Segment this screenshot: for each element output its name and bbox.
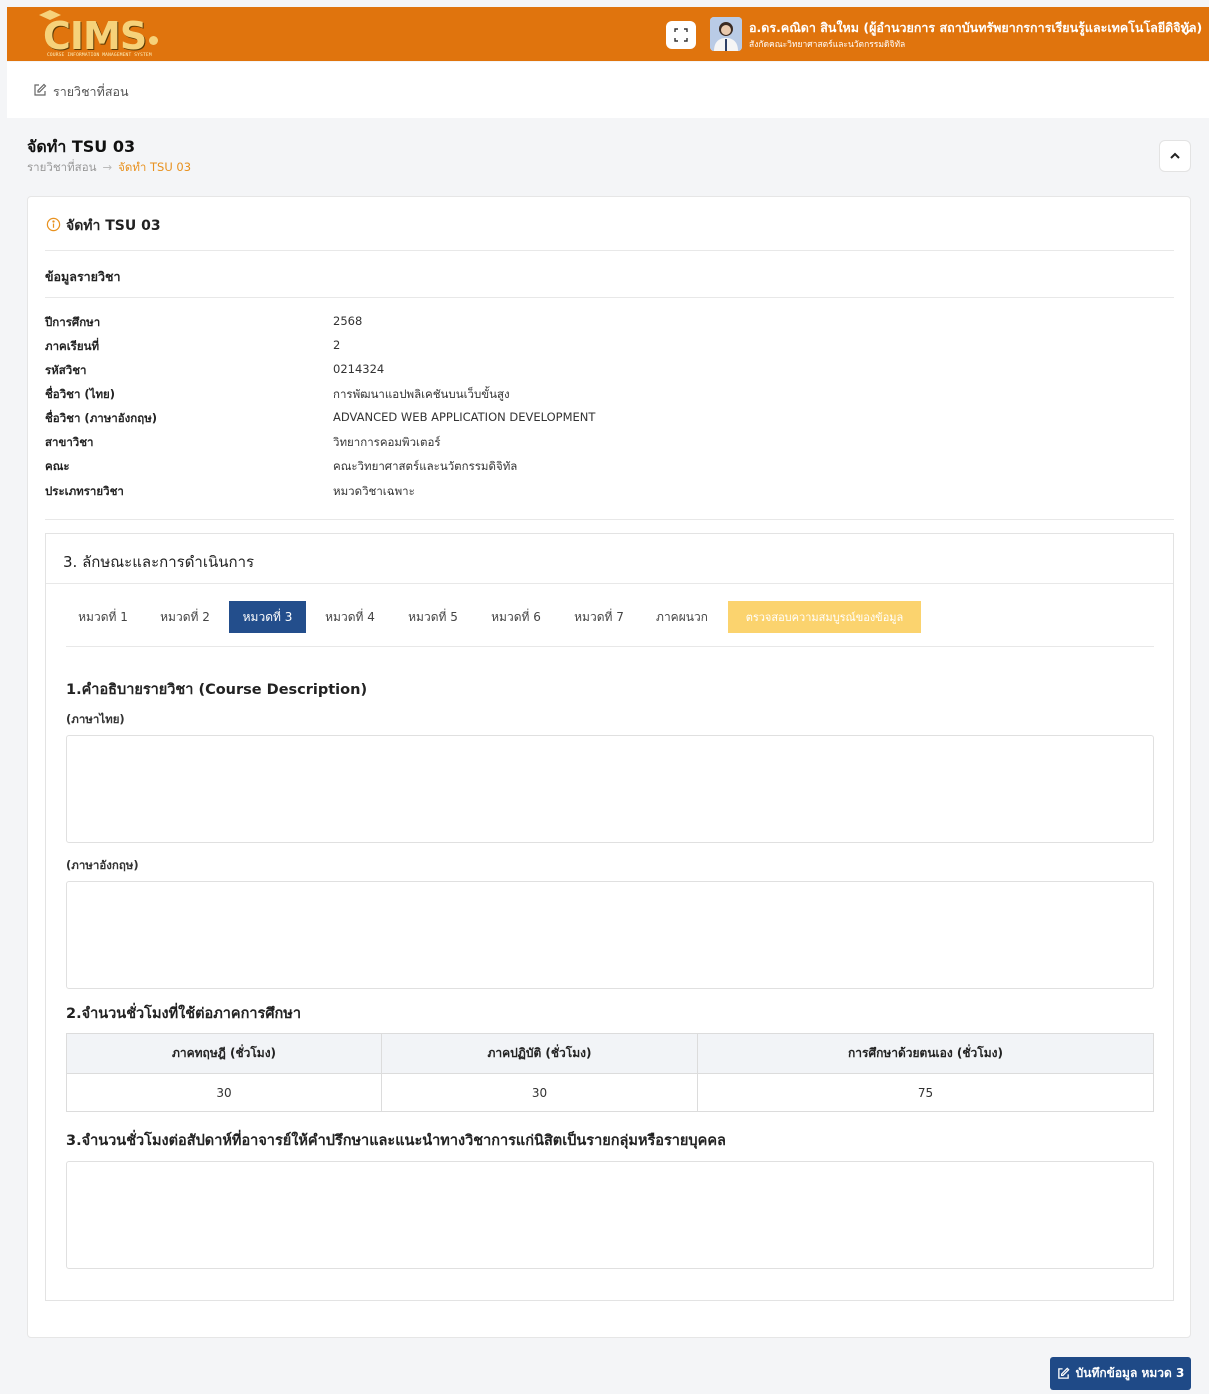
hours-table: ภาคทฤษฎี (ชั่วโมง) ภาคปฏิบัติ (ชั่วโมง) … [66, 1033, 1154, 1112]
hours-title: 2.จำนวนชั่วโมงที่ใช้ต่อภาคการศึกษา [66, 1006, 302, 1022]
fullscreen-icon [674, 28, 688, 42]
tab-appendix[interactable]: ภาคผนวก [643, 601, 721, 633]
cims-logo[interactable]: CIMS COURSE INFORMATION MANAGEMENT SYSTE… [37, 10, 177, 60]
info-value: 2568 [333, 314, 363, 328]
hours-theory-value: 30 [66, 1073, 382, 1112]
info-key: รหัสวิชา [45, 363, 87, 377]
divider [45, 297, 1174, 298]
user-photo-icon [710, 17, 742, 51]
main-card: จัดทำ TSU 03 ข้อมูลรายวิชา ปีการศึกษา 25… [27, 196, 1191, 1338]
tab-chapter-5[interactable]: หมวดที่ 5 [394, 601, 472, 633]
chevron-up-icon [1170, 152, 1180, 159]
breadcrumb-arrow-icon: → [102, 160, 113, 174]
info-key: คณะ [45, 459, 70, 473]
info-key: ชื่อวิชา (ไทย) [45, 387, 116, 401]
section-3-card: 3. ลักษณะและการดำเนินการ หมวดที่ 1 หมวดท… [45, 533, 1174, 1301]
page-title: จัดทำ TSU 03 [27, 137, 136, 156]
info-key: ชื่อวิชา (ภาษาอังกฤษ) [45, 411, 158, 425]
section-3-title: 3. ลักษณะและการดำเนินการ [63, 553, 255, 571]
description-thai-input[interactable] [66, 735, 1154, 843]
table-row: 30 30 75 [66, 1073, 1154, 1112]
thai-label: (ภาษาไทย) [66, 712, 125, 726]
course-info-heading: ข้อมูลรายวิชา [45, 269, 121, 284]
info-key: ประเภทรายวิชา [45, 484, 124, 498]
logo-text: CIMS [43, 14, 147, 58]
info-value: 0214324 [333, 362, 385, 376]
table-header-theory: ภาคทฤษฎี (ชั่วโมง) [66, 1033, 382, 1074]
table-header-row: ภาคทฤษฎี (ชั่วโมง) ภาคปฏิบัติ (ชั่วโมง) … [66, 1033, 1154, 1074]
tab-chapter-7[interactable]: หมวดที่ 7 [560, 601, 638, 633]
breadcrumb: รายวิชาที่สอน → จัดทำ TSU 03 [27, 159, 191, 177]
tab-chapter-1[interactable]: หมวดที่ 1 [66, 601, 140, 633]
nav-courses-taught[interactable]: รายวิชาที่สอน [53, 82, 129, 102]
info-value: ADVANCED WEB APPLICATION DEVELOPMENT [333, 410, 596, 424]
table-header-practice: ภาคปฏิบัติ (ชั่วโมง) [381, 1033, 698, 1074]
breadcrumb-current: จัดทำ TSU 03 [118, 160, 192, 174]
divider [45, 250, 1174, 251]
fullscreen-button[interactable] [666, 21, 696, 49]
edit-icon [34, 83, 47, 96]
info-key: ภาคเรียนที่ [45, 339, 100, 353]
card-title: จัดทำ TSU 03 [66, 218, 161, 234]
divider [45, 519, 1174, 520]
table-header-self-study: การศึกษาด้วยตนเอง (ชั่วโมง) [697, 1033, 1154, 1074]
advising-hours-title: 3.จำนวนชั่วโมงต่อสัปดาห์ที่อาจารย์ให้คำป… [66, 1133, 726, 1149]
course-description-title: 1.คำอธิบายรายวิชา (Course Description) [66, 682, 368, 698]
user-org: สังกัดคณะวิทยาศาสตร์และนวัตกรรมดิจิทัล [749, 40, 906, 50]
logo-subtitle: COURSE INFORMATION MANAGEMENT SYSTEM [47, 53, 152, 58]
breadcrumb-link-courses[interactable]: รายวิชาที่สอน [27, 160, 96, 174]
user-name[interactable]: อ.ดร.คณิดา สินใหม (ผู้อำนวยการ สถาบันทรั… [749, 18, 1202, 38]
info-icon [46, 217, 61, 232]
hours-practice-value: 30 [381, 1073, 698, 1112]
chevron-down-icon[interactable] [1179, 25, 1193, 39]
english-label: (ภาษาอังกฤษ) [66, 858, 139, 872]
tab-completeness-check[interactable]: ตรวจสอบความสมบูรณ์ของข้อมูล [728, 601, 921, 633]
info-value: 2 [333, 338, 341, 352]
tab-chapter-6[interactable]: หมวดที่ 6 [477, 601, 555, 633]
top-bar: CIMS COURSE INFORMATION MANAGEMENT SYSTE… [7, 7, 1209, 61]
divider [46, 583, 1173, 584]
tab-chapter-3[interactable]: หมวดที่ 3 [229, 601, 306, 633]
description-english-input[interactable] [66, 881, 1154, 989]
advising-hours-input[interactable] [66, 1161, 1154, 1269]
edit-icon [1057, 1367, 1070, 1379]
info-key: ปีการศึกษา [45, 315, 101, 329]
info-key: สาขาวิชา [45, 435, 94, 449]
info-value: การพัฒนาแอปพลิเคชันบนเว็บขั้นสูง [333, 387, 510, 401]
sub-navigation: รายวิชาที่สอน [7, 62, 1209, 118]
save-chapter-3-button[interactable]: บันทึกข้อมูล หมวด 3 [1050, 1357, 1191, 1390]
save-button-label: บันทึกข้อมูล หมวด 3 [1075, 1366, 1185, 1380]
divider [66, 646, 1154, 647]
info-value: หมวดวิชาเฉพาะ [333, 484, 415, 498]
info-value: คณะวิทยาศาสตร์และนวัตกรรมดิจิทัล [333, 459, 518, 473]
tab-chapter-2[interactable]: หมวดที่ 2 [146, 601, 224, 633]
hours-self-study-value: 75 [697, 1073, 1154, 1112]
collapse-button[interactable] [1159, 140, 1191, 172]
tab-chapter-4[interactable]: หมวดที่ 4 [311, 601, 389, 633]
info-value: วิทยาการคอมพิวเตอร์ [333, 435, 441, 449]
logo-dot [149, 36, 158, 45]
avatar[interactable] [710, 17, 742, 51]
